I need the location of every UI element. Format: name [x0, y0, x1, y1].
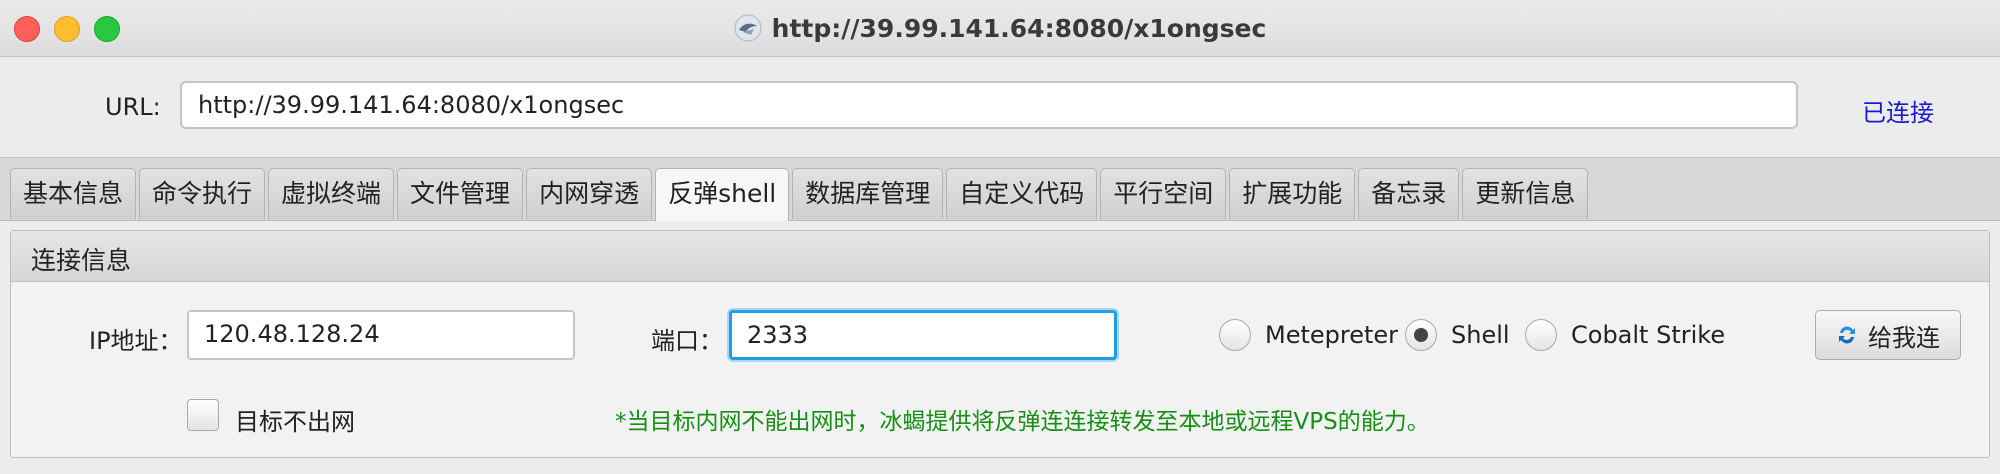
shell-radio[interactable]: [1405, 319, 1437, 351]
tab-intranet-tunnel[interactable]: 内网穿透: [526, 168, 653, 219]
refresh-sync-icon: [1839, 326, 1855, 344]
tab-custom-code[interactable]: 自定义代码: [946, 168, 1098, 219]
panel-header: 连接信息: [11, 231, 1989, 282]
cobalt-strike-radio-label[interactable]: Cobalt Strike: [1571, 321, 1725, 349]
behinder-logo-icon: [734, 14, 762, 42]
no-outbound-label[interactable]: 目标不出网: [235, 402, 355, 437]
metepreter-radio-label[interactable]: Metepreter: [1265, 321, 1398, 349]
window-title: http://39.99.141.64:8080/x1ongsec: [771, 13, 1267, 43]
forwarding-hint-text: *当目标内网不能出网时，冰蝎提供将反弹连连接转发至本地或远程VPS的能力。: [615, 409, 1430, 435]
tab-memo[interactable]: 备忘录: [1358, 168, 1460, 219]
tab-command-exec[interactable]: 命令执行: [139, 168, 266, 219]
tab-database-manager[interactable]: 数据库管理: [792, 168, 944, 219]
tab-extensions[interactable]: 扩展功能: [1229, 168, 1356, 219]
panel-title: 连接信息: [31, 246, 132, 275]
connect-button-label: 给我连: [1868, 323, 1940, 352]
metepreter-radio[interactable]: [1219, 319, 1251, 351]
tab-virtual-terminal[interactable]: 虚拟终端: [268, 168, 395, 219]
tab-bar: 基本信息 命令执行 虚拟终端 文件管理 内网穿透 反弹shell 数据库管理 自…: [0, 157, 2000, 221]
port-label: 端口：: [651, 327, 723, 355]
tab-update-info[interactable]: 更新信息: [1462, 168, 1589, 219]
url-input[interactable]: http://39.99.141.64:8080/x1ongsec: [180, 81, 1798, 129]
cobalt-strike-radio[interactable]: [1525, 319, 1557, 351]
tab-file-manager[interactable]: 文件管理: [397, 168, 524, 219]
no-outbound-checkbox[interactable]: [187, 399, 219, 431]
url-row: URL: http://39.99.141.64:8080/x1ongsec 已…: [0, 57, 2000, 157]
tab-basic-info[interactable]: 基本信息: [10, 168, 137, 219]
ip-address-input[interactable]: 120.48.128.24: [187, 310, 575, 360]
tab-reverse-shell[interactable]: 反弹shell: [655, 168, 790, 221]
connection-status: 已连接: [1862, 99, 1934, 127]
app-window: http://39.99.141.64:8080/x1ongsec URL: h…: [0, 0, 2000, 474]
ip-address-label: IP地址：: [89, 327, 183, 355]
connection-info-panel: 连接信息 IP地址： 120.48.128.24 端口： 2333 Metepr…: [10, 230, 1990, 458]
connect-button[interactable]: 给我连: [1815, 310, 1961, 360]
window-title-group: http://39.99.141.64:8080/x1ongsec: [0, 10, 2000, 46]
title-bar: http://39.99.141.64:8080/x1ongsec: [0, 0, 2000, 57]
tab-parallel-space[interactable]: 平行空间: [1100, 168, 1227, 219]
port-input[interactable]: 2333: [729, 310, 1117, 360]
url-label: URL:: [105, 93, 161, 121]
shell-radio-label[interactable]: Shell: [1451, 321, 1510, 349]
